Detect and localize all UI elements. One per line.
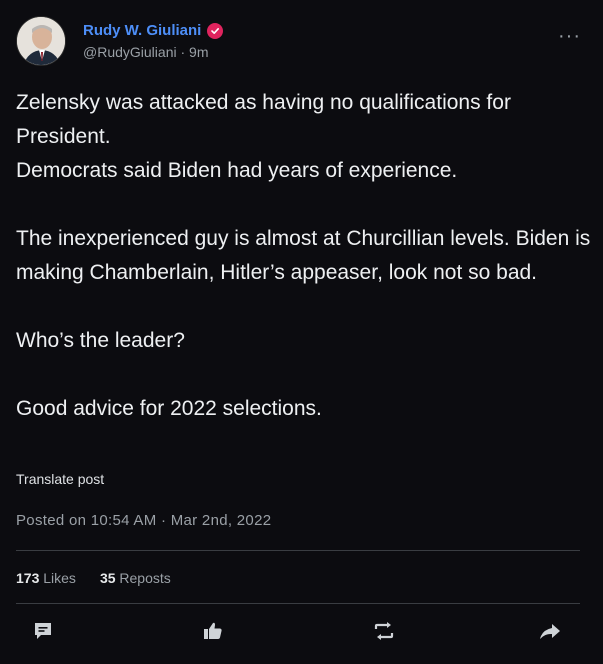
post-paragraph: Democrats said Biden had years of experi… <box>16 159 458 182</box>
handle-separator: · <box>176 44 190 60</box>
author-handle[interactable]: @RudyGiuliani <box>83 44 177 60</box>
post-paragraph: The inexperienced guy is almost at Churc… <box>16 227 591 284</box>
post-body: Zelensky was attacked as having no quali… <box>16 86 591 426</box>
likes-count: 173 <box>16 570 40 586</box>
author-name[interactable]: Rudy W. Giuliani <box>83 22 201 39</box>
divider <box>16 550 580 551</box>
more-options-button[interactable]: ··· <box>558 26 581 46</box>
avatar[interactable] <box>16 16 66 66</box>
reposts-stat[interactable]: 35 Reposts <box>100 570 171 586</box>
likes-label: Likes <box>43 570 76 586</box>
repost-icon[interactable] <box>372 620 400 648</box>
post-card: Rudy W. Giuliani @RudyGiuliani · 9m ··· … <box>0 0 603 664</box>
post-header: Rudy W. Giuliani @RudyGiuliani · 9m ··· <box>16 16 587 68</box>
reposts-count: 35 <box>99 570 116 586</box>
verified-badge-icon <box>207 22 224 39</box>
likes-stat[interactable]: 173 Likes <box>16 570 76 586</box>
author-handle-row: @RudyGiuliani · 9m <box>83 44 209 60</box>
engagement-stats: 173 Likes 35 Reposts <box>16 570 171 586</box>
divider <box>16 603 580 604</box>
comment-icon[interactable] <box>32 620 60 648</box>
action-bar <box>16 620 580 648</box>
translate-post-link[interactable]: Translate post <box>16 471 104 487</box>
share-arrow-icon[interactable] <box>538 620 566 648</box>
post-paragraph: Zelensky was attacked as having no quali… <box>16 91 511 148</box>
post-paragraph: Who’s the leader? <box>16 329 185 352</box>
author-name-row: Rudy W. Giuliani <box>83 22 224 39</box>
post-paragraph: Good advice for 2022 selections. <box>16 397 322 420</box>
post-timestamp[interactable]: Posted on 10:54 AM · Mar 2nd, 2022 <box>16 512 271 529</box>
post-time-ago[interactable]: 9m <box>189 44 208 60</box>
thumbs-up-icon[interactable] <box>202 620 230 648</box>
reposts-label: Reposts <box>119 570 171 586</box>
avatar-image <box>17 17 65 65</box>
